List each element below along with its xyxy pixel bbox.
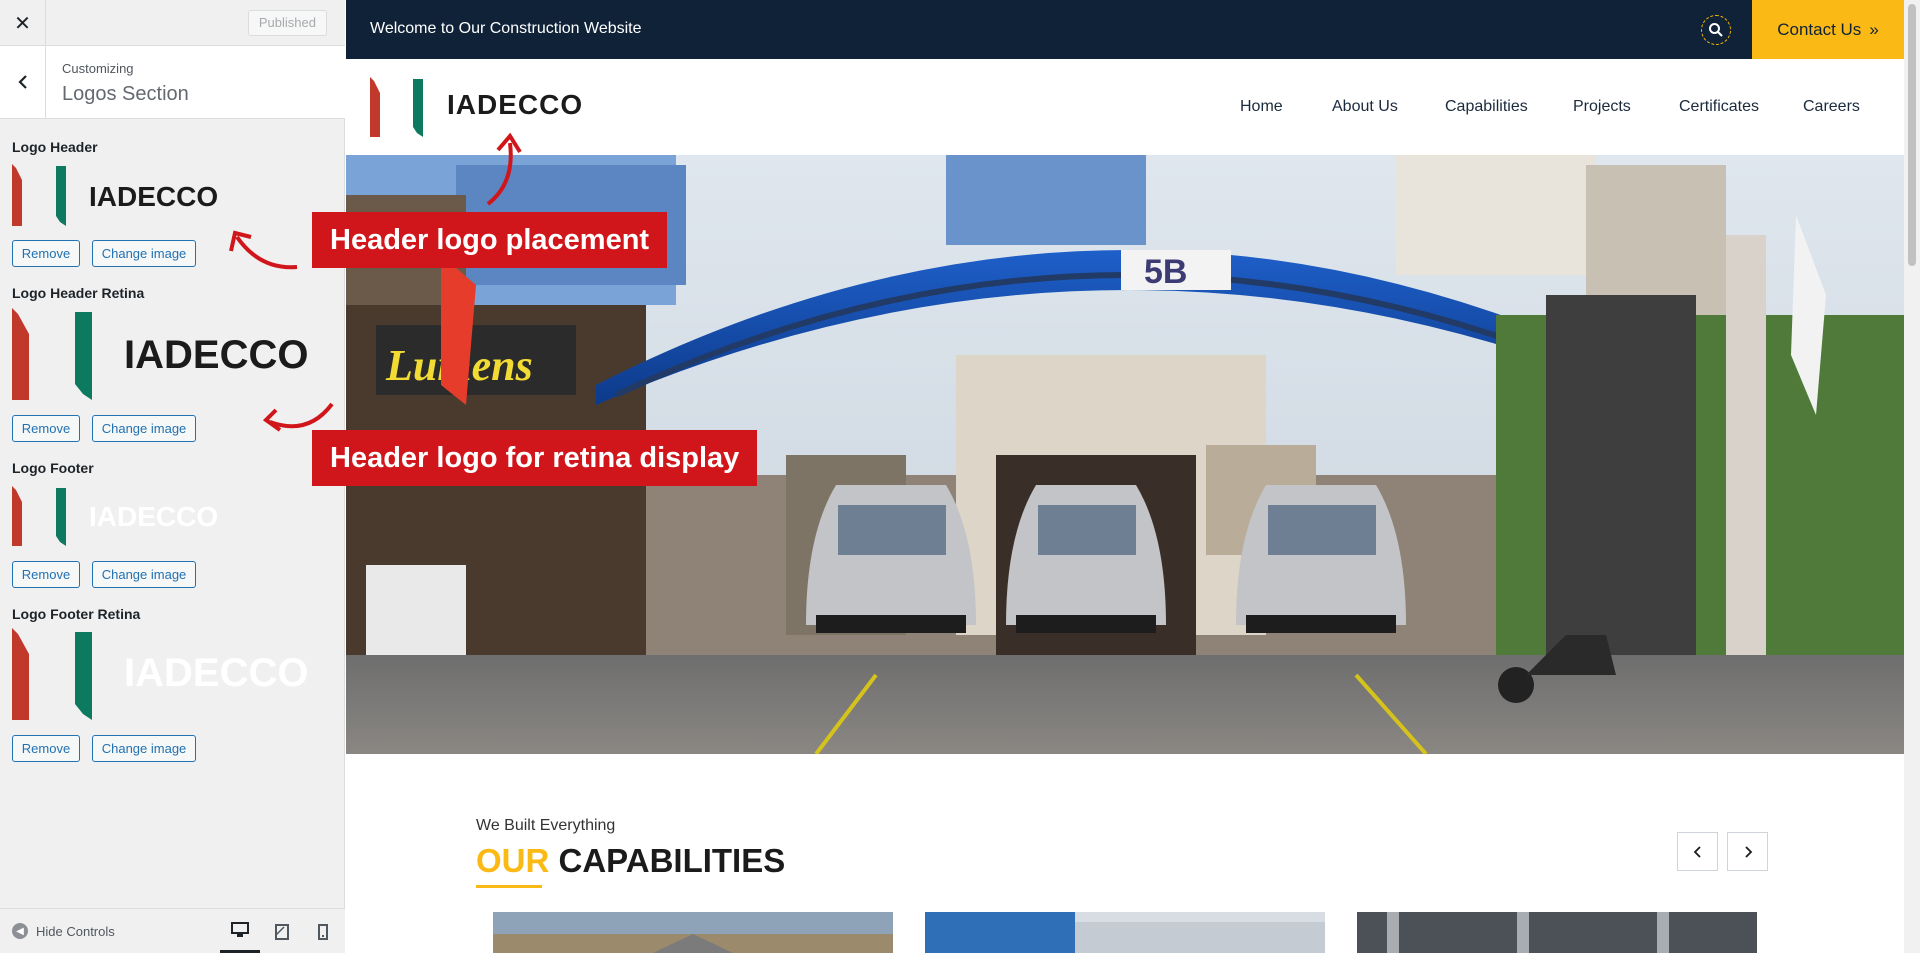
logo-footer-retina-preview: IADECCO — [12, 628, 308, 720]
mobile-preview-button[interactable] — [303, 909, 343, 953]
logo-footer-retina-text: IADECCO — [124, 651, 308, 695]
logo-header-retina-preview: IADECCO — [12, 308, 308, 400]
carousel-next-button[interactable] — [1727, 832, 1768, 871]
site-header: IADECCO Home About Us Capabilities Proje… — [346, 59, 1904, 155]
carousel-prev-button[interactable] — [1677, 832, 1718, 871]
callout-header-logo-placement: Header logo placement — [312, 212, 668, 268]
title-underline — [476, 885, 542, 888]
scrollbar-thumb[interactable] — [1908, 4, 1916, 266]
nav-capabilities[interactable]: Capabilities — [1445, 98, 1528, 116]
capabilities-title: OUR CAPABILITIES — [476, 842, 785, 880]
remove-logo-header-retina-button[interactable]: Remove — [12, 415, 80, 442]
tablet-preview-button[interactable] — [262, 909, 302, 953]
hide-controls-label: Hide Controls — [36, 923, 115, 939]
published-button[interactable]: Published — [247, 10, 327, 36]
search-icon[interactable] — [1701, 15, 1731, 45]
curved-arrow-icon — [229, 230, 298, 270]
nav-projects[interactable]: Projects — [1573, 98, 1631, 116]
hero-sign-text: 5B — [1144, 253, 1187, 291]
capabilities-title-rest: CAPABILITIES — [558, 842, 786, 879]
change-logo-header-button[interactable]: Change image — [92, 240, 196, 267]
capability-card-image[interactable] — [493, 912, 893, 953]
logo-header-label: Logo Header — [12, 139, 98, 155]
nav-careers[interactable]: Careers — [1803, 98, 1860, 116]
capabilities-subtitle: We Built Everything — [476, 817, 616, 834]
remove-logo-header-button[interactable]: Remove — [12, 240, 80, 267]
section-header: Customizing Logos Section — [0, 46, 345, 119]
logo-header-retina-text: IADECCO — [124, 333, 308, 377]
nav-certificates[interactable]: Certificates — [1679, 98, 1759, 116]
site-logo-mark[interactable] — [370, 77, 430, 139]
welcome-text: Welcome to Our Construction Website — [370, 20, 642, 37]
logo-footer-preview: IADECCO — [12, 486, 218, 546]
remove-logo-footer-retina-button[interactable]: Remove — [12, 735, 80, 762]
logo-footer-text: IADECCO — [89, 501, 218, 532]
breadcrumb: Customizing — [62, 61, 134, 76]
logo-header-text: IADECCO — [89, 181, 218, 212]
chevron-right-icon — [1744, 845, 1752, 858]
curved-arrow-icon — [486, 132, 522, 206]
hide-controls-button[interactable]: ◀ Hide Controls — [12, 923, 115, 939]
capability-card-image[interactable] — [925, 912, 1325, 953]
close-icon[interactable]: ✕ — [0, 0, 46, 46]
page-scrollbar[interactable] — [1904, 0, 1920, 953]
chevron-left-icon[interactable] — [0, 46, 46, 118]
customizer-top-bar: ✕ Published — [0, 0, 345, 46]
nav-home[interactable]: Home — [1240, 98, 1283, 116]
chevron-left-icon — [1693, 845, 1701, 858]
site-logo-text[interactable]: IADECCO — [447, 89, 583, 121]
nav-about-us[interactable]: About Us — [1332, 98, 1398, 116]
desktop-preview-button[interactable] — [220, 909, 260, 953]
remove-logo-footer-button[interactable]: Remove — [12, 561, 80, 588]
change-logo-footer-retina-button[interactable]: Change image — [92, 735, 196, 762]
change-logo-footer-button[interactable]: Change image — [92, 561, 196, 588]
curved-arrow-icon — [262, 402, 334, 432]
tablet-icon — [275, 923, 289, 940]
desktop-icon — [231, 921, 249, 937]
logo-footer-retina-label: Logo Footer Retina — [12, 606, 141, 622]
double-chevron-right-icon: » — [1869, 19, 1879, 39]
capabilities-title-accent: OUR — [476, 842, 550, 879]
site-top-bar: Welcome to Our Construction Website Cont… — [346, 0, 1904, 59]
logo-header-retina-label: Logo Header Retina — [12, 285, 145, 301]
contact-us-button[interactable]: Contact Us » — [1752, 0, 1904, 59]
collapse-icon: ◀ — [12, 923, 28, 939]
customizer-footer: ◀ Hide Controls — [0, 908, 345, 953]
mobile-icon — [318, 923, 328, 940]
change-logo-header-retina-button[interactable]: Change image — [92, 415, 196, 442]
section-title: Logos Section — [62, 83, 189, 105]
callout-header-logo-retina: Header logo for retina display — [312, 430, 758, 486]
logo-header-preview: IADECCO — [12, 164, 218, 226]
capability-card-image[interactable] — [1357, 912, 1757, 953]
logo-footer-label: Logo Footer — [12, 460, 94, 476]
contact-us-label: Contact Us — [1777, 19, 1862, 39]
customizer-sidebar: ✕ Published Customizing Logos Section Lo… — [0, 0, 345, 953]
